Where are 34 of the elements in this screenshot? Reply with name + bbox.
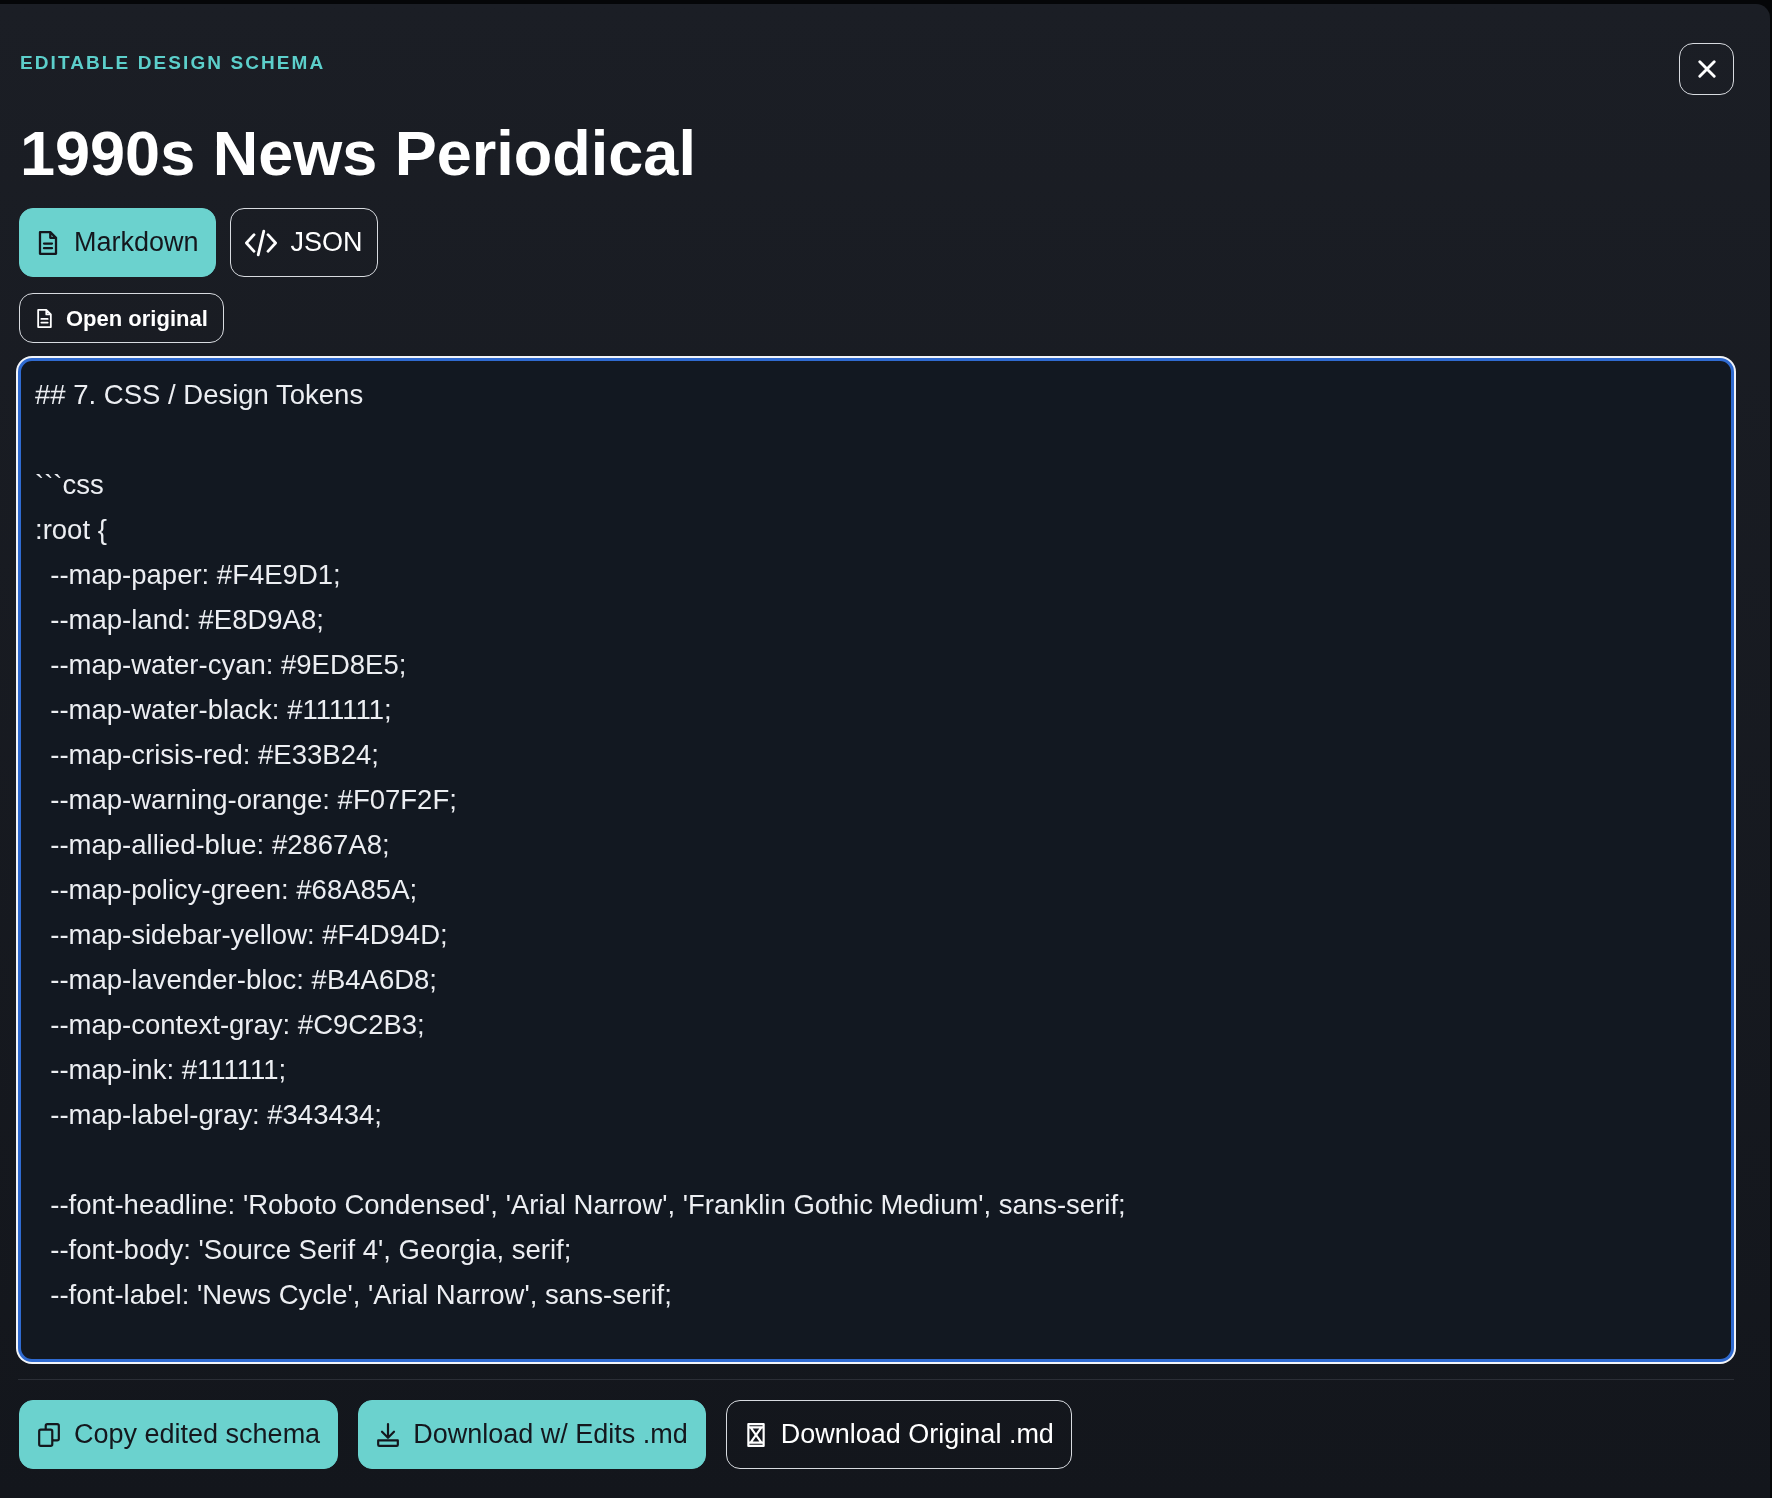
editor-line: --map-water-cyan: #9ED8E5; [49, 648, 407, 682]
editor-line: --map-sidebar-yellow: #F4D94D; [49, 918, 448, 952]
editor-line: --font-label: 'News Cycle', 'Arial Narrow', sans-serif; [49, 1278, 672, 1312]
editor-line: --map-land: #E8D9A8; [49, 603, 324, 637]
editor-line: --map-crisis-red: #E33B24; [49, 738, 379, 772]
action-button[interactable]: Copy edited schema [19, 1400, 339, 1469]
eyebrow-label: EDITABLE DESIGN SCHEMA [20, 51, 327, 75]
editor-line: --map-label-gray: #343434; [49, 1098, 382, 1132]
editor-line: :root { [35, 513, 107, 547]
action-button[interactable]: Download w/ Edits .md [358, 1400, 706, 1469]
editor-line: --map-allied-blue: #2867A8; [49, 828, 390, 862]
editor-line: --map-warning-orange: #F07F2F; [49, 783, 457, 817]
close-button[interactable] [1679, 43, 1734, 95]
copy-icon [37, 1422, 61, 1447]
editor-line: --font-headline: 'Roboto Condensed', 'Arial Narrow', 'Franklin Gothic Medium', sans-serif; [49, 1188, 1126, 1222]
editor-line: --map-ink: #111111; [49, 1053, 287, 1087]
view-tab[interactable]: Markdown [19, 208, 216, 277]
editor-line: ```css [35, 468, 104, 502]
editor-line: --map-paper: #F4E9D1; [49, 558, 341, 592]
open-original-button[interactable]: Open original [19, 293, 224, 343]
schema-editor-field[interactable] [18, 358, 1734, 1362]
document-icon [35, 308, 54, 328]
close-icon [1697, 60, 1716, 78]
modal-title: 1990s News Periodical [20, 117, 696, 190]
editor-line: --font-body: 'Source Serif 4', Georgia, serif; [49, 1233, 572, 1267]
editor-line: --map-water-black: #111111; [49, 693, 392, 727]
view-tab[interactable]: JSON [229, 208, 378, 277]
document-icon [36, 230, 60, 255]
action-button[interactable]: Download Original .md [725, 1400, 1072, 1469]
download-icon [376, 1422, 401, 1447]
editor-line: --map-context-gray: #C9C2B3; [49, 1008, 425, 1042]
editor-line: --map-lavender-bloc: #B4A6D8; [49, 963, 437, 997]
editor-line: --map-policy-green: #68A85A; [49, 873, 418, 907]
editor-line: ## 7. CSS / Design Tokens [35, 378, 364, 412]
